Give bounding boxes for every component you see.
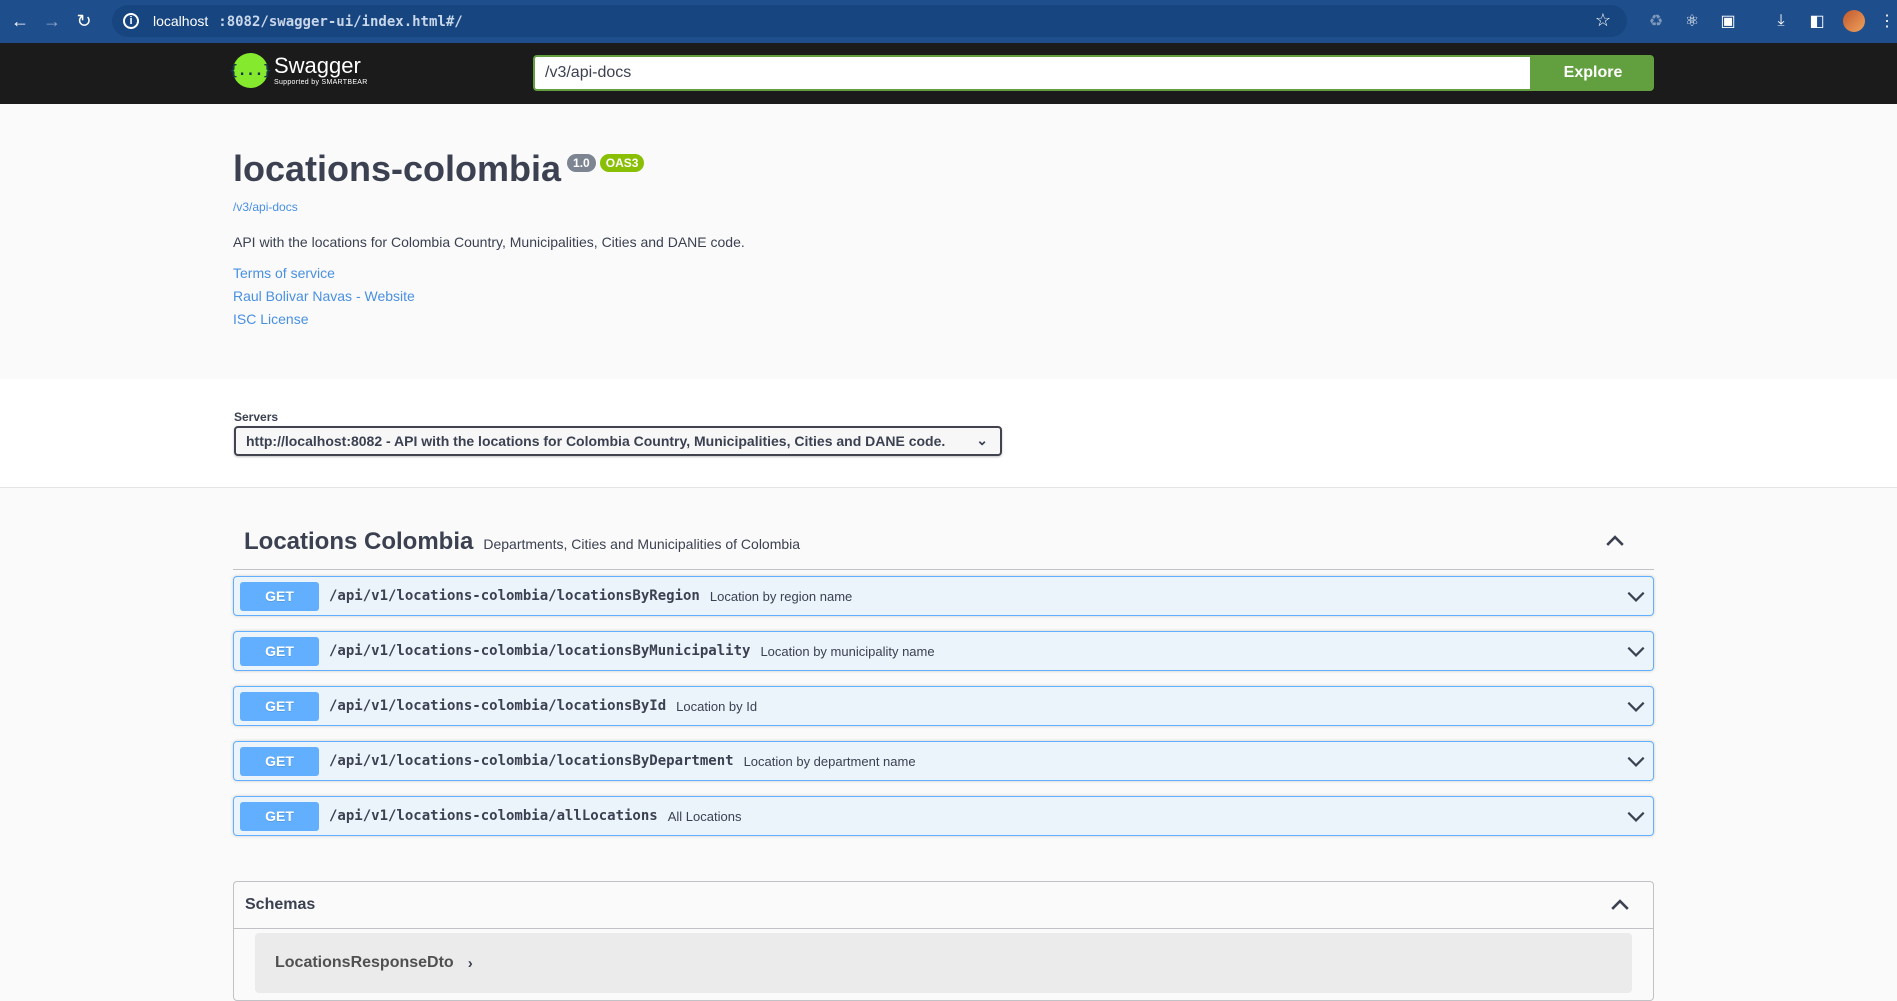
swagger-logo[interactable]: {...} Swagger Supported by SMARTBEAR [229, 53, 368, 88]
servers-label: Servers [234, 410, 279, 424]
spec-url-link[interactable]: /v3/api-docs [233, 200, 298, 214]
recycle-extension-icon[interactable]: ♻ [1645, 10, 1667, 32]
operation-summary: Location by department name [743, 753, 916, 769]
method-badge: GET [240, 746, 319, 776]
operation-path: /api/v1/locations-colombia/allLocations [329, 808, 658, 824]
chevron-down-icon[interactable] [1625, 640, 1647, 662]
reload-icon[interactable]: ↻ [72, 10, 96, 34]
operation-summary: All Locations [667, 808, 742, 824]
operation-path: /api/v1/locations-colombia/locationsById [329, 698, 667, 714]
license-link[interactable]: ISC License [233, 311, 308, 327]
selected-server: http://localhost:8082 - API with the loc… [246, 433, 946, 449]
operation-row[interactable]: GET /api/v1/locations-colombia/locations… [233, 741, 1654, 781]
tag-name: Locations Colombia [244, 527, 474, 555]
operation-row[interactable]: GET /api/v1/locations-colombia/locations… [233, 576, 1654, 616]
forward-arrow-icon[interactable]: → [40, 10, 64, 34]
swagger-logo-icon: {...} [229, 53, 272, 88]
servers-section: Servers http://localhost:8082 - API with… [0, 379, 1897, 488]
chevron-down-icon: ⌄ [976, 432, 988, 448]
schemas-header[interactable]: Schemas [234, 882, 1653, 929]
chevron-up-icon[interactable] [1602, 528, 1628, 554]
schemas-section: Schemas LocationsResponseDto › [233, 881, 1654, 1001]
swagger-topbar: {...} Swagger Supported by SMARTBEAR Exp… [0, 43, 1897, 104]
url-host: localhost [153, 12, 209, 29]
operation-path: /api/v1/locations-colombia/locationsByRe… [329, 588, 700, 604]
address-bar[interactable]: i localhost :8082/swagger-ui/index.html#/… [112, 5, 1627, 37]
profile-avatar[interactable] [1843, 10, 1865, 32]
logo-title: Swagger [274, 53, 361, 78]
chevron-down-icon[interactable] [1625, 805, 1647, 827]
contact-website-link[interactable]: Raul Bolivar Navas - Website [233, 288, 415, 304]
back-arrow-icon[interactable]: ← [8, 10, 32, 34]
chevron-down-icon[interactable] [1625, 585, 1647, 607]
address-url[interactable]: localhost :8082/swagger-ui/index.html#/ [153, 13, 463, 30]
api-url-input[interactable] [533, 55, 1532, 91]
method-badge: GET [240, 801, 319, 831]
operation-row[interactable]: GET /api/v1/locations-colombia/locations… [233, 631, 1654, 671]
browser-toolbar: ← → ↻ i localhost :8082/swagger-ui/index.… [0, 0, 1897, 43]
method-badge: GET [240, 581, 319, 611]
extensions-puzzle-icon[interactable]: ▣ [1717, 10, 1739, 32]
chevron-right-icon[interactable]: › [468, 955, 473, 972]
model-name: LocationsResponseDto [275, 954, 454, 971]
page-title: locations-colombia [233, 148, 562, 189]
react-extension-icon[interactable]: ⚛ [1681, 10, 1703, 32]
api-info: locations-colombia 1.0 OAS3 [233, 148, 1653, 190]
operation-path: /api/v1/locations-colombia/locationsByMu… [329, 643, 751, 659]
side-panel-icon[interactable]: ◧ [1806, 10, 1828, 32]
bookmark-star-icon[interactable]: ☆ [1595, 10, 1611, 31]
operation-summary: Location by municipality name [760, 643, 935, 659]
download-icon[interactable]: ⤓ [1770, 10, 1792, 32]
method-badge: GET [240, 691, 319, 721]
operation-row[interactable]: GET /api/v1/locations-colombia/locations… [233, 686, 1654, 726]
oas-badge: OAS3 [599, 154, 645, 172]
model-container[interactable]: LocationsResponseDto › [255, 933, 1632, 993]
api-description: API with the locations for Colombia Coun… [233, 234, 745, 250]
site-info-icon[interactable]: i [123, 13, 139, 29]
terms-of-service-link[interactable]: Terms of service [233, 265, 335, 281]
servers-select[interactable]: http://localhost:8082 - API with the loc… [234, 426, 1002, 456]
operation-path: /api/v1/locations-colombia/locationsByDe… [329, 753, 734, 769]
operation-summary: Location by Id [676, 698, 758, 714]
logo-subtitle: Supported by SMARTBEAR [274, 79, 368, 86]
browser-menu-icon[interactable]: ⋮ [1876, 10, 1897, 32]
tag-description: Departments, Cities and Municipalities o… [483, 535, 801, 552]
chevron-up-icon[interactable] [1607, 892, 1633, 918]
tag-header[interactable]: Locations Colombia Departments, Cities a… [233, 514, 1654, 570]
chevron-down-icon[interactable] [1625, 750, 1647, 772]
schemas-title: Schemas [245, 896, 316, 913]
explore-button[interactable]: Explore [1532, 55, 1654, 91]
chevron-down-icon[interactable] [1625, 695, 1647, 717]
operation-summary: Location by region name [709, 588, 853, 604]
operation-row[interactable]: GET /api/v1/locations-colombia/allLocati… [233, 796, 1654, 836]
url-path: :8082/swagger-ui/index.html#/ [218, 13, 463, 30]
method-badge: GET [240, 636, 319, 666]
version-badge: 1.0 [567, 154, 596, 172]
